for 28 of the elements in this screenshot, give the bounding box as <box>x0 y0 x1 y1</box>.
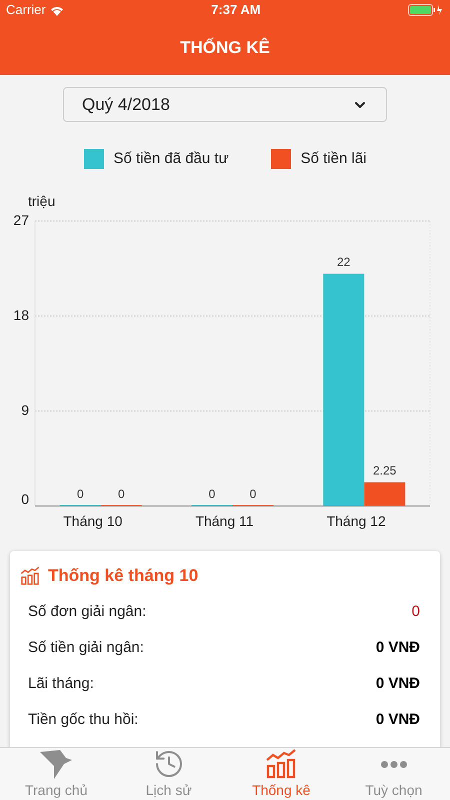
y-tick-label: 9 <box>21 402 29 418</box>
y-tick-label: 0 <box>21 491 29 507</box>
bar-value-label: 22 <box>336 254 350 269</box>
bar-value-label: 0 <box>118 487 125 501</box>
axis-unit-label: triệu <box>28 193 56 209</box>
y-tick-label: 18 <box>13 307 29 323</box>
x-tick-label: Tháng 12 <box>326 513 386 529</box>
y-tick-label: 27 <box>13 212 29 228</box>
bar-value-label: 0 <box>77 487 84 501</box>
summary-title: Thống kê tháng 10 <box>48 565 198 587</box>
legend-label: Số tiền lãi <box>300 148 366 169</box>
stat-value: 0 VNĐ <box>376 710 420 730</box>
bar-value-label: 0 <box>250 487 256 501</box>
bar-value-label: 0 <box>208 487 216 501</box>
stat-label: Lãi tháng: <box>28 674 94 694</box>
carrier-label: Carrier <box>6 1 46 20</box>
status-time: 7:37 AM <box>211 1 261 20</box>
stat-label: Số đơn giải ngân: <box>28 602 146 622</box>
screen-title: THỐNG KÊ <box>180 36 270 59</box>
legend-label: Số tiền đã đầu tư <box>114 148 229 169</box>
stat-label: Tiền gốc thu hồi: <box>28 710 138 730</box>
x-tick-label: Tháng 10 <box>63 513 122 529</box>
x-tick-label: Tháng 11 <box>195 513 254 529</box>
stat-label: Số tiền giải ngân: <box>28 638 144 658</box>
stat-value: 0 VNĐ <box>376 638 420 658</box>
stat-value: 0 <box>412 602 420 622</box>
stat-value: 0 VNĐ <box>376 674 420 694</box>
bar-value-label: 2.25 <box>372 463 396 478</box>
